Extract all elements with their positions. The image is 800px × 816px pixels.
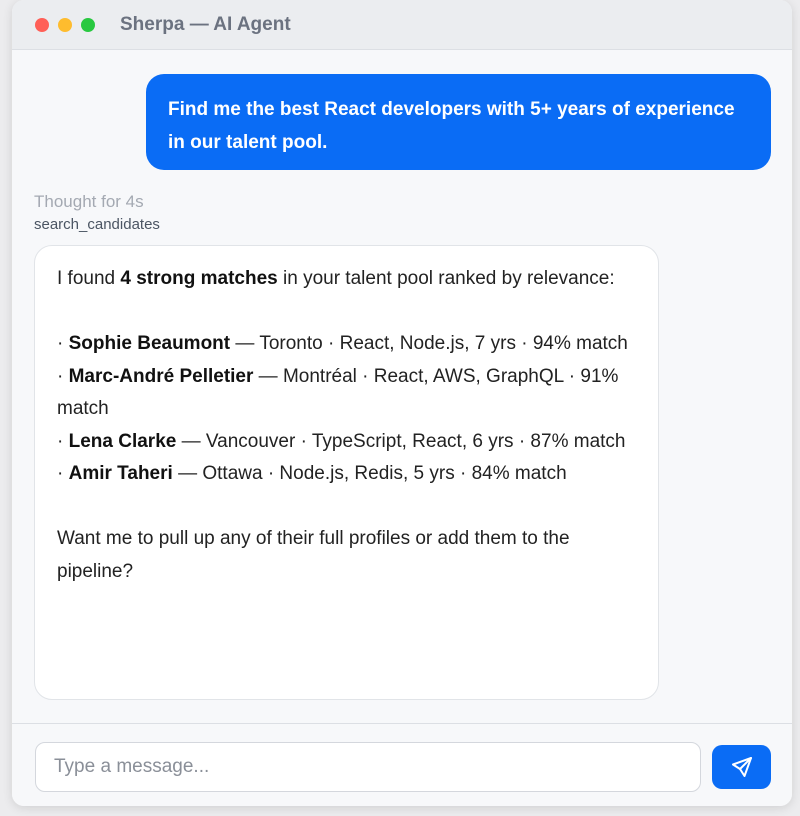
agent-closing: Want me to pull up any of their full pro… <box>57 528 570 582</box>
intro-text: I found <box>57 268 121 289</box>
message-composer <box>12 723 792 806</box>
send-icon <box>731 757 752 777</box>
candidate-item: · Amir Taheri — Ottawa · Node.js, Redis,… <box>57 463 567 484</box>
candidate-name: Amir Taheri <box>68 463 173 484</box>
maximize-window-button[interactable] <box>81 17 95 32</box>
minimize-window-button[interactable] <box>58 17 72 32</box>
candidate-name: Lena Clarke <box>68 430 177 452</box>
candidate-list: · Sophie Beaumont — Toronto · React, Nod… <box>57 328 636 491</box>
window-title: Sherpa — AI Agent <box>120 13 291 35</box>
agent-intro: I found 4 strong matches in your talent … <box>57 263 636 296</box>
candidate-details: — Ottawa · Node.js, Redis, 5 yrs · 84% m… <box>172 463 567 484</box>
send-button[interactable] <box>712 745 771 789</box>
app-window: Sherpa — AI Agent Find me the best React… <box>12 0 792 806</box>
thought-duration[interactable]: Thought for 4s <box>34 192 144 212</box>
candidate-item: · Marc-André Pelletier — Montréal · Reac… <box>57 365 619 420</box>
message-input[interactable] <box>35 742 701 792</box>
chat-thread[interactable]: Find me the best React developers with 5… <box>12 50 792 723</box>
candidate-details: — Vancouver · TypeScript, React, 6 yrs ·… <box>176 430 626 452</box>
candidate-item: · Lena Clarke — Vancouver · TypeScript, … <box>57 430 626 452</box>
match-count: 4 strong matches <box>120 268 278 289</box>
title-bar: Sherpa — AI Agent <box>12 0 792 50</box>
close-window-button[interactable] <box>35 17 49 32</box>
candidate-name: Marc-André Pelletier <box>68 365 254 387</box>
user-message: Find me the best React developers with 5… <box>146 74 771 170</box>
candidate-name: Sophie Beaumont <box>68 333 231 354</box>
tool-call-label: search_candidates <box>34 216 160 233</box>
intro-text-end: in your talent pool ranked by relevance: <box>277 268 615 289</box>
candidate-details: — Toronto · React, Node.js, 7 yrs · 94% … <box>230 333 628 354</box>
candidate-item: · Sophie Beaumont — Toronto · React, Nod… <box>57 333 628 354</box>
agent-message: I found 4 strong matches in your talent … <box>34 245 659 700</box>
